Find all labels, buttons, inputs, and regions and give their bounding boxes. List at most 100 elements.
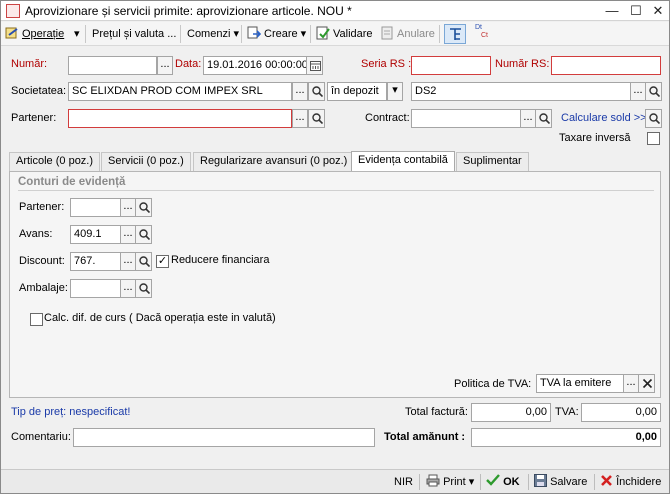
action-bar: NIR Print ▾ OK Salvare Închidere bbox=[1, 469, 669, 493]
contract-lookup-button[interactable]: ... bbox=[520, 109, 536, 128]
taxare-inversa-checkbox[interactable] bbox=[647, 132, 660, 145]
action-separator bbox=[594, 474, 595, 490]
societatea-lookup-button[interactable]: ... bbox=[292, 82, 308, 101]
cont-ambalaje-input[interactable] bbox=[70, 279, 121, 298]
politica-tva-clear-button[interactable] bbox=[638, 374, 655, 393]
cont-partener-lookup-button[interactable]: ... bbox=[120, 198, 136, 217]
close-icon[interactable]: ✕ bbox=[647, 2, 669, 19]
filter-toggle-button[interactable] bbox=[444, 24, 466, 44]
creare-label: Creare bbox=[264, 28, 298, 40]
calc-dif-curs-checkbox[interactable] bbox=[30, 313, 43, 326]
tip-pret-link[interactable]: Tip de preț: nespecificat! bbox=[11, 406, 130, 418]
tab-articole[interactable]: Articole (0 poz.) bbox=[9, 152, 101, 171]
depozit-input[interactable]: DS2 bbox=[411, 82, 631, 101]
societatea-label: Societatea: bbox=[11, 85, 67, 97]
close-red-icon bbox=[601, 475, 612, 486]
chevron-down-icon: ▾ bbox=[392, 84, 398, 96]
anulare-label: Anulare bbox=[397, 28, 435, 40]
cont-partener-input[interactable] bbox=[70, 198, 121, 217]
tab-regularizare-avansuri[interactable]: Regularizare avansuri (0 poz.) bbox=[193, 152, 355, 171]
reducere-financiara-checkbox[interactable]: ✓ bbox=[156, 255, 169, 268]
contract-search-button[interactable] bbox=[535, 109, 552, 128]
reducere-financiara-label: Reducere financiara bbox=[171, 254, 270, 266]
societatea-search-button[interactable] bbox=[308, 82, 325, 101]
total-factura-value: 0,00 bbox=[471, 403, 551, 422]
numar-lookup-button[interactable]: ... bbox=[157, 56, 173, 75]
tab-suplimentar[interactable]: Suplimentar bbox=[456, 152, 529, 171]
anulare-button[interactable]: Anulare bbox=[380, 25, 435, 43]
maximize-icon[interactable]: ☐ bbox=[625, 2, 647, 19]
operatie-dropdown-arrow[interactable]: ▾ bbox=[74, 25, 80, 43]
cont-avans-lookup-button[interactable]: ... bbox=[120, 225, 136, 244]
print-label: Print bbox=[443, 476, 466, 488]
document-window: Aprovizionare și servicii primite: aprov… bbox=[0, 0, 670, 494]
action-separator bbox=[480, 474, 481, 490]
comentariu-label: Comentariu: bbox=[11, 431, 71, 443]
cont-discount-lookup-button[interactable]: ... bbox=[120, 252, 136, 271]
search-icon bbox=[539, 113, 550, 124]
total-amanunt-label: Total amănunt : bbox=[384, 431, 466, 443]
comenzi-menu-button[interactable]: Comenzi ▾ bbox=[187, 25, 239, 43]
print-menu-button[interactable]: Print ▾ bbox=[426, 474, 474, 490]
status-select[interactable]: în depozit bbox=[327, 82, 387, 101]
ok-button[interactable]: OK bbox=[486, 474, 520, 490]
cont-avans-search-button[interactable] bbox=[135, 225, 152, 244]
depozit-search-button[interactable] bbox=[645, 82, 662, 101]
contract-input[interactable] bbox=[411, 109, 521, 128]
credit-label: Ct bbox=[481, 32, 488, 39]
societatea-input[interactable]: SC ELIXDAN PROD COM IMPEX SRL bbox=[68, 82, 292, 101]
minimize-icon[interactable]: — bbox=[601, 2, 623, 19]
tva-value: 0,00 bbox=[581, 403, 661, 422]
tva-label: TVA: bbox=[555, 406, 579, 418]
nir-button[interactable]: NIR bbox=[394, 474, 413, 490]
pret-valuta-button[interactable]: Prețul și valuta ... bbox=[92, 25, 176, 43]
toolbar-separator bbox=[85, 25, 86, 43]
politica-tva-lookup-button[interactable]: ... bbox=[623, 374, 639, 393]
clear-icon bbox=[642, 378, 653, 389]
action-separator bbox=[419, 474, 420, 490]
creare-menu-button[interactable]: Creare ▾ bbox=[247, 25, 306, 43]
cont-discount-search-button[interactable] bbox=[135, 252, 152, 271]
calendar-button[interactable] bbox=[306, 56, 323, 75]
tab-evidenta-contabila[interactable]: Evidența contabilă bbox=[351, 151, 455, 172]
calculare-sold-search-button[interactable] bbox=[645, 109, 662, 128]
numar-input[interactable] bbox=[68, 56, 157, 75]
numar-rs-input[interactable] bbox=[551, 56, 661, 75]
partener-search-button[interactable] bbox=[308, 109, 325, 128]
toolbar-separator bbox=[439, 25, 440, 43]
partener-lookup-button[interactable]: ... bbox=[292, 109, 308, 128]
cancel-document-icon bbox=[381, 26, 393, 40]
calculare-sold-link[interactable]: Calculare sold >> bbox=[561, 112, 647, 124]
debit-label: Dt bbox=[475, 24, 482, 31]
data-input[interactable]: 19.01.2016 00:00:00 bbox=[203, 56, 307, 75]
partener-input[interactable] bbox=[68, 109, 292, 128]
operatie-menu-button[interactable]: Operație bbox=[5, 25, 64, 43]
validare-button[interactable]: Validare bbox=[316, 25, 373, 43]
title-bar: Aprovizionare și servicii primite: aprov… bbox=[1, 1, 669, 21]
salvare-button[interactable]: Salvare bbox=[534, 474, 587, 490]
politica-tva-input[interactable]: TVA la emitere bbox=[536, 374, 624, 393]
comentariu-input[interactable] bbox=[73, 428, 375, 447]
inchidere-button[interactable]: Închidere bbox=[600, 474, 661, 490]
search-icon bbox=[139, 229, 150, 240]
taxare-inversa-label: Taxare inversă bbox=[559, 132, 631, 144]
search-icon bbox=[139, 283, 150, 294]
cont-discount-input[interactable]: 767. bbox=[70, 252, 121, 271]
toolbar: Operație ▾ Prețul și valuta ... Comenzi … bbox=[1, 22, 669, 46]
search-icon bbox=[312, 113, 323, 124]
cont-ambalaje-search-button[interactable] bbox=[135, 279, 152, 298]
data-label: Data: bbox=[175, 58, 202, 70]
tab-servicii[interactable]: Servicii (0 poz.) bbox=[101, 152, 191, 171]
debit-credit-button[interactable]: Dt Ct bbox=[474, 24, 494, 44]
cont-ambalaje-lookup-button[interactable]: ... bbox=[120, 279, 136, 298]
toolbar-separator bbox=[180, 25, 181, 43]
status-dropdown-button[interactable]: ▾ bbox=[387, 82, 403, 101]
cont-avans-input[interactable]: 409.1 bbox=[70, 225, 121, 244]
save-icon bbox=[534, 474, 547, 487]
numar-rs-label: Număr RS: bbox=[495, 58, 550, 70]
seria-rs-input[interactable] bbox=[411, 56, 491, 75]
cont-partener-search-button[interactable] bbox=[135, 198, 152, 217]
total-factura-label: Total factură: bbox=[405, 406, 468, 418]
checkmark-icon: ✓ bbox=[157, 255, 168, 267]
depozit-lookup-button[interactable]: ... bbox=[630, 82, 646, 101]
